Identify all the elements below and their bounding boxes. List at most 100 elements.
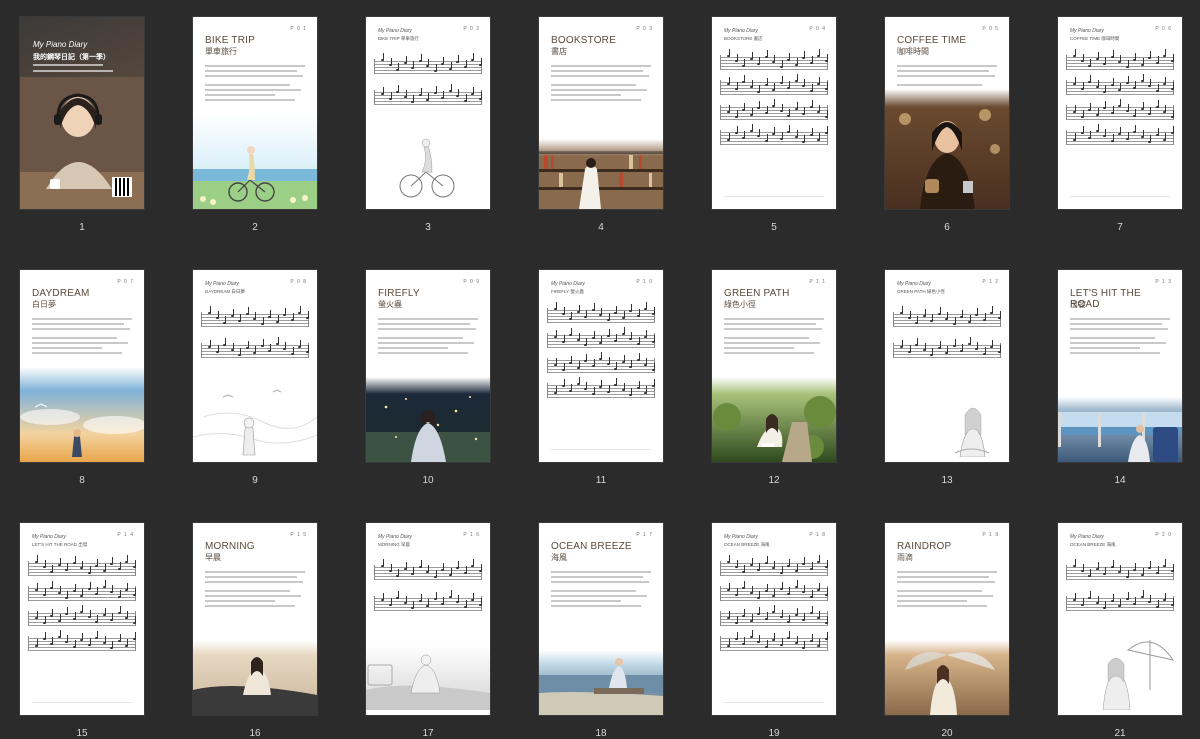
music-note-stem — [443, 57, 444, 64]
text-line — [205, 590, 290, 592]
music-note-stem — [1172, 126, 1174, 133]
music-note-stem — [405, 596, 407, 603]
music-note-stem — [563, 307, 565, 314]
cover-page[interactable]: My Piano Diary 我的鋼琴日記（第一季） — [20, 17, 144, 209]
page-thumbnail-2[interactable]: P 0 1 BIKE TRIP 單車旅行 2 — [193, 17, 317, 233]
page-thumbnail-1[interactable]: My Piano Diary 我的鋼琴日記（第一季） 1 — [20, 17, 144, 233]
page-thumbnail-9[interactable]: P 0 8 My Piano Diary DAYDREAM 白日夢 9 — [193, 270, 317, 486]
page-preview[interactable]: P 1 5 MORNING 早晨 — [193, 523, 317, 715]
page-preview[interactable]: P 0 5 COFFEE TIME 咖啡時間 — [885, 17, 1009, 209]
music-note-stem — [1097, 108, 1099, 115]
music-note-stem — [277, 337, 279, 344]
music-note-stem — [480, 92, 482, 99]
music-note-stem — [759, 607, 760, 614]
music-note-stem — [736, 110, 738, 117]
page-preview[interactable]: P 1 6 My Piano Diary MORNING 早晨 — [366, 523, 490, 715]
music-note-stem — [1090, 59, 1091, 66]
page-code: P 1 5 — [290, 532, 307, 538]
music-staff — [1066, 49, 1174, 70]
page-thumbnail-11[interactable]: P 1 0 My Piano Diary FIREFLY 螢火蟲 11 — [539, 270, 663, 486]
music-staff — [1066, 74, 1174, 95]
music-note-stem — [826, 54, 828, 61]
page-preview[interactable]: P 1 3 LET'S HIT THE ROAD 出發 — [1058, 270, 1182, 462]
page-thumbnail-15[interactable]: P 1 4 My Piano Diary LET'S HIT THE ROAD 出發… — [20, 523, 144, 739]
page-number-label: 7 — [1117, 222, 1123, 233]
page-thumbnail-18[interactable]: P 1 7 OCEAN BREEZE 海風 18 — [539, 523, 663, 739]
music-note-stem — [751, 558, 753, 565]
page-preview[interactable]: P 1 2 My Piano Diary GREEN PATH 綠色小徑 — [885, 270, 1009, 462]
music-note-stem — [1105, 129, 1106, 136]
music-note-stem — [909, 311, 911, 318]
page-thumbnail-16[interactable]: P 1 5 MORNING 早晨 16 — [193, 523, 317, 739]
music-note-stem — [947, 312, 948, 319]
page-preview[interactable]: P 1 9 RAINDROP 雨滴 — [885, 523, 1009, 715]
page-body-text — [205, 65, 305, 104]
page-preview[interactable]: P 1 7 OCEAN BREEZE 海風 — [539, 523, 663, 715]
music-note-stem — [992, 340, 993, 347]
page-thumbnail-3[interactable]: P 0 2 My Piano Diary BIKE TRIP 單車旅行 3 — [366, 17, 490, 233]
page-body-text — [551, 65, 651, 104]
page-code: P 0 5 — [982, 26, 999, 32]
page-preview[interactable]: P 1 8 My Piano Diary OCEAN BREEZE 海風 — [712, 523, 836, 715]
music-note-stem — [247, 307, 249, 314]
music-note-stem — [593, 359, 595, 366]
page-thumbnail-8[interactable]: P 0 7 DAYDREAM 白日夢 8 — [20, 270, 144, 486]
page-body-text — [551, 571, 651, 610]
page-title: BIKE TRIP — [205, 35, 255, 46]
music-note-stem — [796, 74, 798, 81]
page-preview[interactable]: P 0 1 BIKE TRIP 單車旅行 — [193, 17, 317, 209]
music-note-stem — [1127, 60, 1129, 67]
page-thumbnail-14[interactable]: P 1 3 LET'S HIT THE ROAD 出發 14 — [1058, 270, 1182, 486]
music-note-stem — [593, 303, 595, 310]
music-note-stem — [759, 591, 760, 598]
page-thumbnail-10[interactable]: P 0 9 FIREFLY 螢火蟲 10 — [366, 270, 490, 486]
page-thumbnail-7[interactable]: P 0 6 My Piano Diary COFFEE TIME 咖啡時間 7 — [1058, 17, 1182, 233]
page-subtitle: 雨滴 — [897, 553, 913, 562]
music-note-stem — [744, 59, 745, 66]
sheet-music — [28, 555, 136, 661]
page-header: My Piano Diary — [551, 281, 585, 287]
page-preview[interactable]: P 2 0 My Piano Diary OCEAN BREEZE 海風 — [1058, 523, 1182, 715]
music-note-stem — [134, 588, 136, 595]
page-preview[interactable]: P 1 0 My Piano Diary FIREFLY 螢火蟲 — [539, 270, 663, 462]
page-illustration — [1058, 630, 1182, 715]
music-note-stem — [465, 600, 467, 607]
page-preview[interactable]: P 0 4 My Piano Diary BOOKSTORE 書店 — [712, 17, 836, 209]
page-thumbnail-17[interactable]: P 1 6 My Piano Diary MORNING 早晨 17 — [366, 523, 490, 739]
page-preview[interactable]: P 0 3 BOOKSTORE 書店 — [539, 17, 663, 209]
text-line — [897, 75, 995, 77]
music-note-stem — [262, 317, 264, 324]
page-preview[interactable]: P 0 8 My Piano Diary DAYDREAM 白日夢 — [193, 270, 317, 462]
music-note-stem — [638, 337, 640, 344]
page-thumbnail-20[interactable]: P 1 9 RAINDROP 雨滴 20 — [885, 523, 1009, 739]
page-thumbnail-12[interactable]: P 1 1 GREEN PATH 綠色小徑 12 — [712, 270, 836, 486]
music-note-stem — [127, 611, 128, 618]
page-preview[interactable]: P 0 9 FIREFLY 螢火蟲 — [366, 270, 490, 462]
page-thumbnail-19[interactable]: P 1 8 My Piano Diary OCEAN BREEZE 海風 19 — [712, 523, 836, 739]
music-note-stem — [1120, 83, 1121, 90]
page-thumbnail-5[interactable]: P 0 4 My Piano Diary BOOKSTORE 書店 5 — [712, 17, 836, 233]
page-preview[interactable]: P 0 2 My Piano Diary BIKE TRIP 單車旅行 — [366, 17, 490, 209]
music-note-stem — [1082, 126, 1084, 133]
music-note-stem — [44, 616, 46, 623]
page-preview[interactable]: P 1 1 GREEN PATH 綠色小徑 — [712, 270, 836, 462]
page-thumbnail-6[interactable]: P 0 5 COFFEE TIME 咖啡時間 6 — [885, 17, 1009, 233]
music-note-stem — [819, 77, 820, 84]
page-body-text — [724, 318, 824, 357]
page-code: P 0 3 — [636, 26, 653, 32]
music-note-stem — [774, 127, 775, 134]
page-thumbnail-13[interactable]: P 1 2 My Piano Diary GREEN PATH 綠色小徑 13 — [885, 270, 1009, 486]
music-note-stem — [443, 91, 444, 98]
page-thumbnail-4[interactable]: P 0 3 BOOKSTORE 書店 4 — [539, 17, 663, 233]
page-thumbnail-21[interactable]: P 2 0 My Piano Diary OCEAN BREEZE 海風 21 — [1058, 523, 1182, 739]
music-note-stem — [578, 361, 580, 368]
music-note-stem — [383, 87, 384, 94]
music-staff — [28, 630, 136, 651]
page-preview[interactable]: P 0 7 DAYDREAM 白日夢 — [20, 270, 144, 462]
music-note-stem — [608, 357, 610, 364]
page-preview[interactable]: P 0 6 My Piano Diary COFFEE TIME 咖啡時間 — [1058, 17, 1182, 209]
page-preview[interactable]: P 1 4 My Piano Diary LET'S HIT THE ROAD 出發 — [20, 523, 144, 715]
text-line — [205, 595, 301, 597]
text-line — [1070, 328, 1168, 330]
cover-text-line — [33, 70, 113, 72]
